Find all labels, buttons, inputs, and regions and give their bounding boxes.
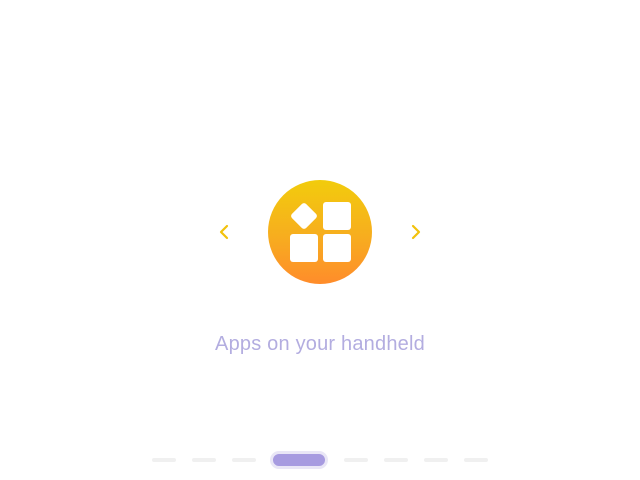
page-dot-4-active[interactable] bbox=[270, 451, 328, 469]
apps-grid-icon bbox=[268, 180, 372, 284]
next-button[interactable] bbox=[404, 220, 428, 244]
page-dot-3[interactable] bbox=[232, 458, 256, 462]
page-indicator bbox=[0, 451, 640, 469]
page-dot-2[interactable] bbox=[192, 458, 216, 462]
chevron-right-icon bbox=[411, 224, 421, 240]
feature-caption: Apps on your handheld bbox=[215, 333, 425, 355]
page-dot-7[interactable] bbox=[424, 458, 448, 462]
page-dot-6[interactable] bbox=[384, 458, 408, 462]
page-dot-8[interactable] bbox=[464, 458, 488, 462]
onboarding-screen: Apps on your handheld bbox=[0, 0, 640, 480]
page-dot-1[interactable] bbox=[152, 458, 176, 462]
page-dot-5[interactable] bbox=[344, 458, 368, 462]
chevron-left-icon bbox=[219, 224, 229, 240]
previous-button[interactable] bbox=[212, 220, 236, 244]
feature-carousel: Apps on your handheld bbox=[0, 0, 640, 480]
